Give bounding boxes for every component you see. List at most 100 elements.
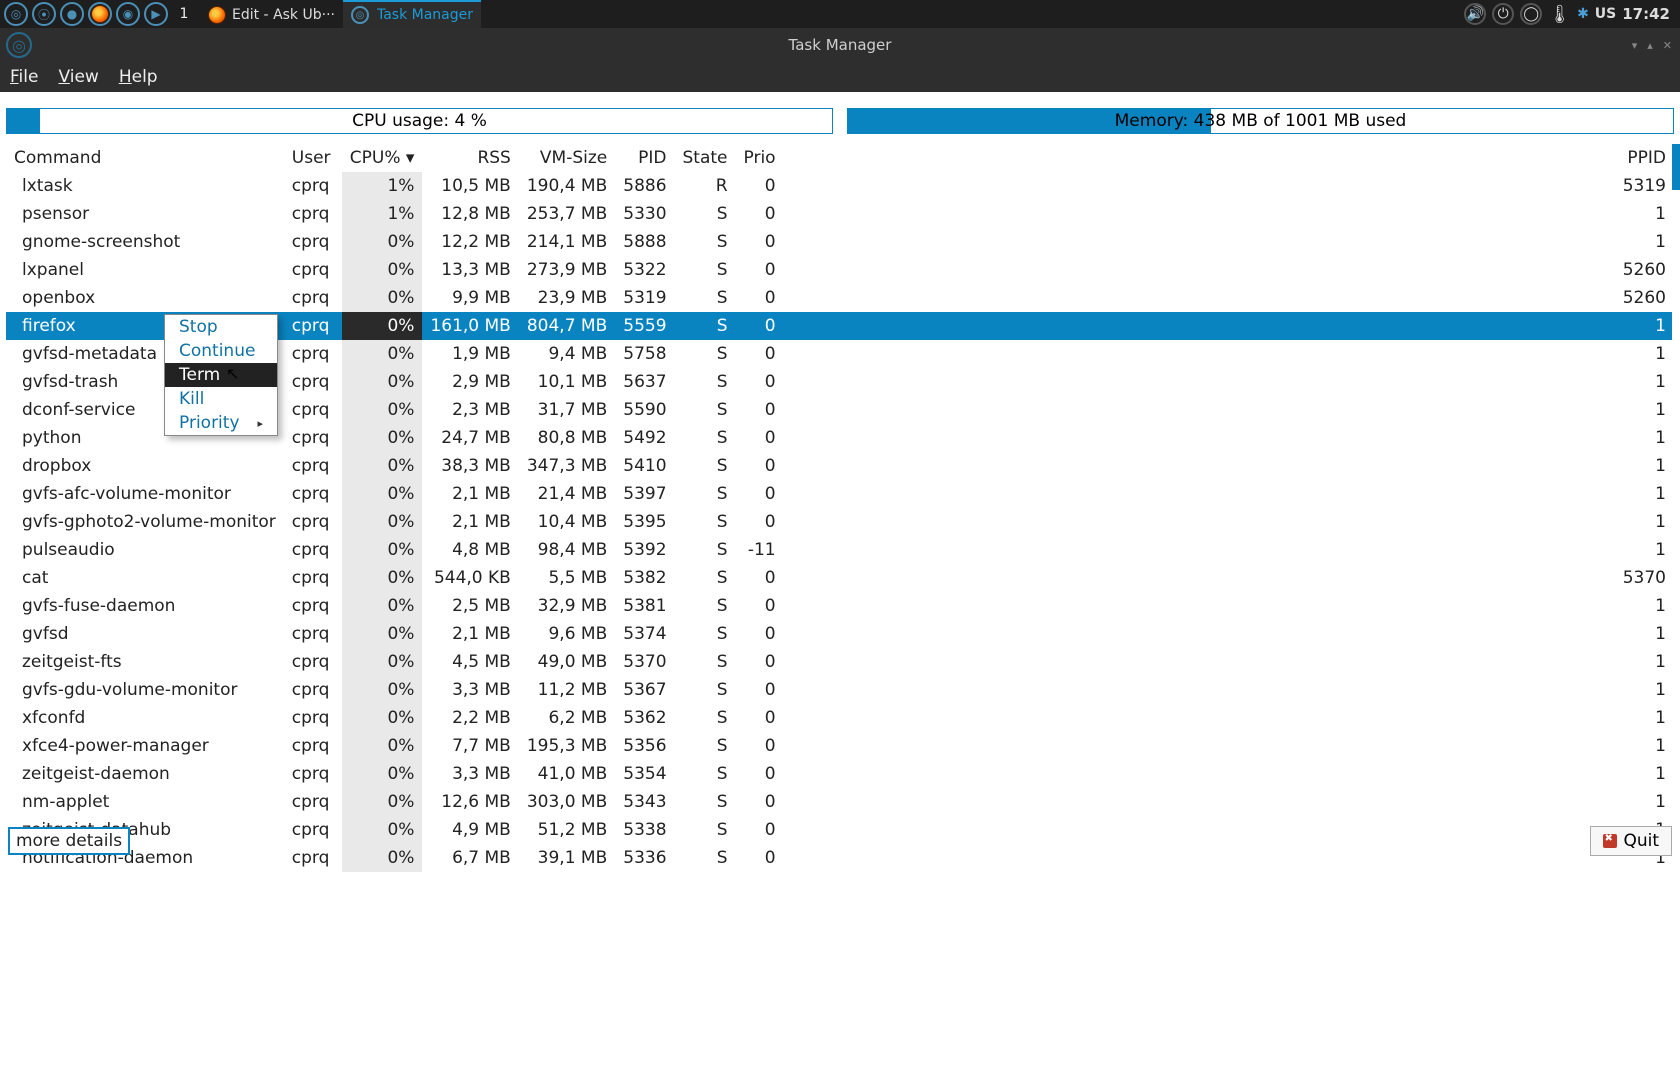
- close-icon[interactable]: ✕: [1663, 39, 1672, 52]
- chrome-icon[interactable]: ◉: [116, 2, 140, 26]
- process-table-wrap: CommandUserCPU% ▾RSSVM-SizePIDStatePrioP…: [6, 144, 1674, 986]
- quit-label: Quit: [1623, 831, 1659, 851]
- volume-icon[interactable]: 🔊: [1464, 3, 1486, 25]
- cell-ppid: 1: [784, 368, 1674, 396]
- cell-pid: 5886: [615, 172, 674, 200]
- column-header[interactable]: PPID: [784, 144, 1674, 172]
- vertical-scrollbar[interactable]: [1672, 144, 1680, 986]
- cell-user: cprq: [284, 396, 342, 424]
- cell-cpu: 0%: [342, 564, 423, 592]
- cell-ppid: 5319: [784, 172, 1674, 200]
- process-table[interactable]: CommandUserCPU% ▾RSSVM-SizePIDStatePrioP…: [6, 144, 1674, 872]
- github-icon[interactable]: ⦿: [32, 2, 56, 26]
- menu-help[interactable]: Help: [119, 67, 158, 87]
- context-menu-item[interactable]: Term: [165, 363, 277, 387]
- cell-ppid: 1: [784, 228, 1674, 256]
- table-row[interactable]: gvfs-afc-volume-monitorcprq0%2,1 MB21,4 …: [6, 480, 1674, 508]
- cell-state: S: [675, 452, 736, 480]
- table-row[interactable]: gvfsdcprq0%2,1 MB9,6 MB5374S01: [6, 620, 1674, 648]
- column-header[interactable]: Prio: [736, 144, 784, 172]
- clock[interactable]: 17:42: [1622, 5, 1670, 23]
- titlebar[interactable]: ◎ Task Manager ▾ ▴ ✕: [0, 28, 1680, 62]
- cell-cpu: 0%: [342, 536, 423, 564]
- more-details-button[interactable]: more details: [8, 827, 130, 855]
- battery-icon[interactable]: ⏻: [1492, 3, 1514, 25]
- table-row[interactable]: pulseaudiocprq0%4,8 MB98,4 MB5392S-111: [6, 536, 1674, 564]
- network-icon[interactable]: ◯: [1520, 3, 1542, 25]
- cell-rss: 2,1 MB: [422, 508, 518, 536]
- column-header[interactable]: CPU% ▾: [342, 144, 423, 172]
- cell-vm: 303,0 MB: [519, 788, 615, 816]
- column-header[interactable]: RSS: [422, 144, 518, 172]
- bluetooth-icon[interactable]: ✱: [1577, 6, 1589, 22]
- table-row[interactable]: lxtaskcprq1%10,5 MB190,4 MB5886R05319: [6, 172, 1674, 200]
- cell-cmd: cat: [6, 564, 284, 592]
- maximize-icon[interactable]: ▴: [1647, 39, 1653, 52]
- table-row[interactable]: catcprq0%544,0 KB5,5 MB5382S05370: [6, 564, 1674, 592]
- cell-vm: 49,0 MB: [519, 648, 615, 676]
- table-row[interactable]: gnome-screenshotcprq0%12,2 MB214,1 MB588…: [6, 228, 1674, 256]
- keyboard-layout[interactable]: US: [1595, 6, 1616, 22]
- column-header[interactable]: State: [675, 144, 736, 172]
- cell-rss: 12,2 MB: [422, 228, 518, 256]
- table-row[interactable]: xfce4-power-managercprq0%7,7 MB195,3 MB5…: [6, 732, 1674, 760]
- taskbar-button[interactable]: Edit - Ask Ub···: [200, 0, 343, 28]
- column-header[interactable]: PID: [615, 144, 674, 172]
- quit-button[interactable]: Quit: [1590, 826, 1672, 856]
- cell-state: S: [675, 648, 736, 676]
- table-row[interactable]: psensorcprq1%12,8 MB253,7 MB5330S01: [6, 200, 1674, 228]
- column-header[interactable]: User: [284, 144, 342, 172]
- task-icon: ◎: [351, 6, 369, 24]
- cell-rss: 2,5 MB: [422, 592, 518, 620]
- table-row[interactable]: lxpanelcprq0%13,3 MB273,9 MB5322S05260: [6, 256, 1674, 284]
- menu-view[interactable]: View: [58, 67, 98, 87]
- cell-state: S: [675, 760, 736, 788]
- cell-rss: 7,7 MB: [422, 732, 518, 760]
- cell-state: S: [675, 732, 736, 760]
- cell-user: cprq: [284, 228, 342, 256]
- context-menu-item[interactable]: Continue: [165, 339, 277, 363]
- launcher-icon[interactable]: ◎: [4, 2, 28, 26]
- cell-vm: 31,7 MB: [519, 396, 615, 424]
- cell-pid: 5343: [615, 788, 674, 816]
- cell-state: S: [675, 704, 736, 732]
- context-menu-item[interactable]: Stop: [165, 315, 277, 339]
- cell-ppid: 1: [784, 508, 1674, 536]
- table-row[interactable]: zeitgeist-ftscprq0%4,5 MB49,0 MB5370S01: [6, 648, 1674, 676]
- cell-cmd: gnome-screenshot: [6, 228, 284, 256]
- table-row[interactable]: openboxcprq0%9,9 MB23,9 MB5319S05260: [6, 284, 1674, 312]
- column-header[interactable]: Command: [6, 144, 284, 172]
- taskbar-button[interactable]: ◎Task Manager: [343, 0, 481, 28]
- context-menu-item[interactable]: Priority▸: [165, 411, 277, 435]
- table-row[interactable]: xfconfdcprq0%2,2 MB6,2 MB5362S01: [6, 704, 1674, 732]
- play-icon[interactable]: ▶: [144, 2, 168, 26]
- context-menu-label: Term: [179, 365, 220, 385]
- table-row[interactable]: dropboxcprq0%38,3 MB347,3 MB5410S01: [6, 452, 1674, 480]
- memory-usage-bar: Memory: 438 MB of 1001 MB used: [847, 108, 1674, 134]
- submenu-arrow-icon: ▸: [257, 417, 263, 430]
- table-row[interactable]: zeitgeist-daemoncprq0%3,3 MB41,0 MB5354S…: [6, 760, 1674, 788]
- minimize-icon[interactable]: ▾: [1632, 39, 1638, 52]
- table-row[interactable]: gvfs-gphoto2-volume-monitorcprq0%2,1 MB1…: [6, 508, 1674, 536]
- cell-cmd: pulseaudio: [6, 536, 284, 564]
- cell-prio: 0: [736, 200, 784, 228]
- cell-cmd: gvfs-gdu-volume-monitor: [6, 676, 284, 704]
- cell-prio: -11: [736, 536, 784, 564]
- firefox-icon[interactable]: [88, 2, 112, 26]
- cell-cpu: 0%: [342, 508, 423, 536]
- cell-state: S: [675, 620, 736, 648]
- cell-rss: 4,5 MB: [422, 648, 518, 676]
- workspace-indicator[interactable]: 1: [172, 2, 196, 26]
- table-row[interactable]: gvfs-gdu-volume-monitorcprq0%3,3 MB11,2 …: [6, 676, 1674, 704]
- cell-user: cprq: [284, 340, 342, 368]
- context-menu-item[interactable]: Kill: [165, 387, 277, 411]
- table-row[interactable]: gvfs-fuse-daemoncprq0%2,5 MB32,9 MB5381S…: [6, 592, 1674, 620]
- menu-file[interactable]: File: [10, 67, 38, 87]
- cell-cpu: 0%: [342, 760, 423, 788]
- column-header[interactable]: VM-Size: [519, 144, 615, 172]
- cell-user: cprq: [284, 620, 342, 648]
- cell-vm: 10,1 MB: [519, 368, 615, 396]
- table-row[interactable]: nm-appletcprq0%12,6 MB303,0 MB5343S01: [6, 788, 1674, 816]
- record-icon[interactable]: ●: [60, 2, 84, 26]
- thermometer-icon[interactable]: 🌡: [1548, 4, 1571, 25]
